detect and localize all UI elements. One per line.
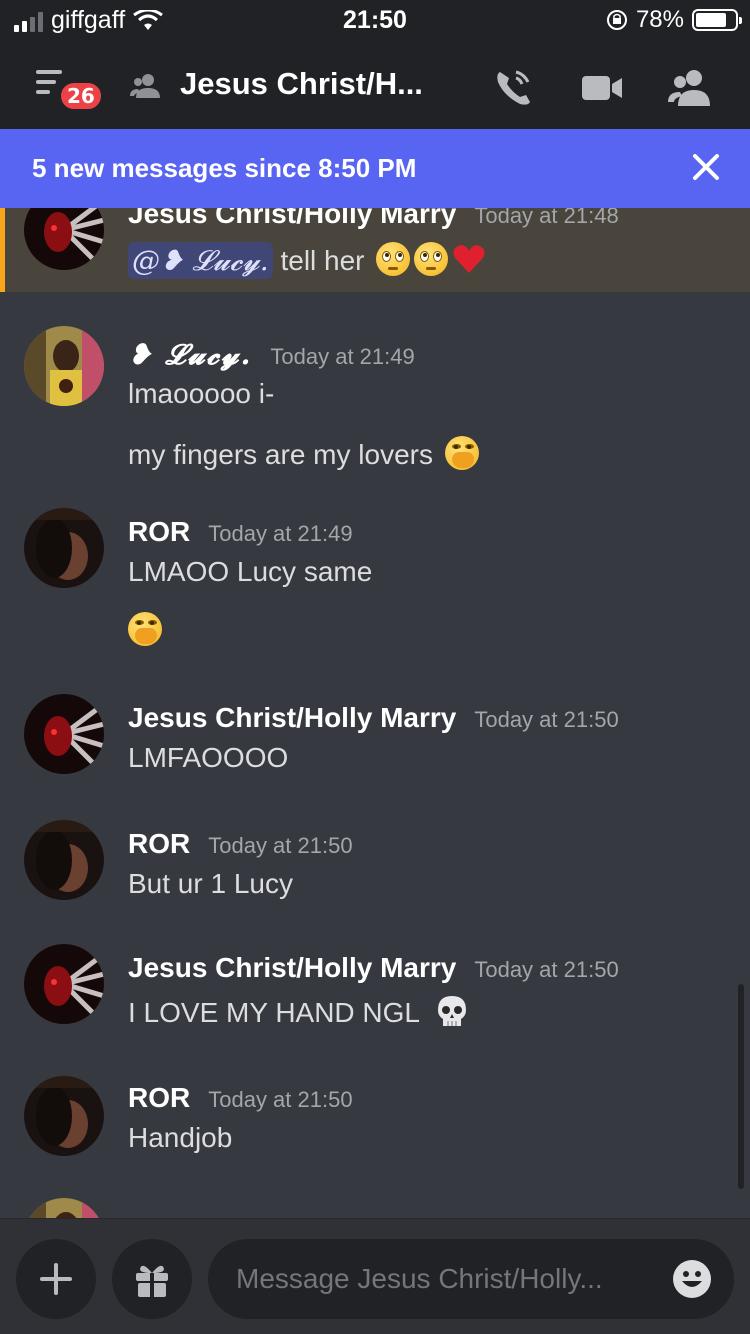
avatar[interactable]	[24, 820, 104, 900]
add-attachment-button[interactable]	[16, 1239, 96, 1319]
page-title: Jesus Christ/H...	[180, 66, 423, 101]
gift-button[interactable]	[112, 1239, 192, 1319]
message-input-placeholder: Message Jesus Christ/Holly...	[236, 1263, 603, 1294]
scrollbar[interactable]	[738, 984, 744, 1189]
gift-icon	[136, 1265, 168, 1297]
dm-people-icon	[130, 74, 160, 98]
message-text: But ur 1 Lucy	[128, 868, 293, 899]
message-content: I LOVE MY HAND NGL	[128, 994, 469, 1030]
message-timestamp: Today at 21:50	[474, 707, 619, 732]
rolling-eyes-emoji-icon	[376, 242, 411, 276]
message-author[interactable]: ROR	[128, 516, 190, 548]
message-timestamp: Today at 21:50	[208, 833, 353, 858]
battery-icon	[692, 9, 742, 31]
message-timestamp: Today at 21:50	[474, 957, 619, 982]
message-timestamp: Today at 21:49	[208, 521, 353, 546]
message-author[interactable]: ROR	[128, 828, 190, 860]
message-author[interactable]: ROR	[128, 1082, 190, 1114]
unread-badge: 26	[58, 80, 104, 112]
channel-header: 26 Jesus Christ/H...	[0, 44, 750, 129]
red-heart-emoji-icon	[453, 245, 485, 273]
message-author[interactable]: Jesus Christ/Holly Marry	[128, 702, 456, 734]
message-text: my fingers are my lovers	[128, 439, 433, 470]
video-icon[interactable]	[578, 64, 626, 112]
hand-over-mouth-emoji-icon	[128, 612, 162, 646]
message-timestamp: Today at 21:50	[208, 1087, 353, 1112]
message-text: I LOVE MY HAND NGL	[128, 997, 419, 1028]
members-icon[interactable]	[666, 64, 714, 112]
message-text: Handjob	[128, 1122, 233, 1153]
message-author[interactable]: Jesus Christ/Holly Marry	[128, 208, 456, 230]
new-messages-banner[interactable]: 5 new messages since 8:50 PM	[0, 129, 750, 208]
battery-percent: 78%	[635, 6, 684, 33]
emoji-icon[interactable]	[672, 1259, 712, 1299]
message-item: Jesus Christ/Holly Marry Today at 21:48 …	[0, 208, 750, 292]
avatar[interactable]	[24, 1076, 104, 1156]
close-icon[interactable]	[690, 151, 722, 183]
avatar[interactable]	[24, 1198, 104, 1218]
avatar[interactable]	[24, 326, 104, 406]
hand-over-mouth-emoji-icon	[444, 436, 479, 470]
message-content	[128, 612, 162, 647]
message-author[interactable]: ❥ 𝓛𝓾𝓬𝔂.	[128, 338, 252, 372]
skull-emoji-icon	[437, 996, 466, 1026]
message-composer: Message Jesus Christ/Holly...	[0, 1218, 750, 1334]
avatar[interactable]	[24, 944, 104, 1024]
rotation-lock-icon	[606, 10, 627, 30]
message-text: lmaooooo i-	[128, 378, 275, 409]
status-bar: giffgaff 21:50 78%	[0, 0, 750, 44]
message-text: LMAOO Lucy same	[128, 556, 373, 587]
message-content: my fingers are my lovers	[128, 436, 479, 471]
new-messages-label: 5 new messages since 8:50 PM	[32, 153, 417, 183]
avatar[interactable]	[24, 694, 104, 774]
plus-icon	[40, 1263, 72, 1295]
message-text: LMFAOOOO	[128, 742, 289, 773]
message-input[interactable]: Message Jesus Christ/Holly...	[208, 1239, 734, 1319]
rolling-eyes-emoji-icon	[414, 242, 449, 276]
avatar[interactable]	[24, 508, 104, 588]
user-mention[interactable]: @❥ 𝓛𝓾𝓬𝔂.	[128, 242, 273, 279]
message-timestamp: Today at 21:48	[474, 208, 619, 228]
message-author[interactable]: Jesus Christ/Holly Marry	[128, 952, 456, 984]
message-timestamp: Today at 21:49	[270, 344, 415, 369]
message-content: @❥ 𝓛𝓾𝓬𝔂. tell her	[128, 242, 486, 279]
message-text: tell her	[272, 245, 365, 276]
message-list[interactable]: Jesus Christ/Holly Marry Today at 21:48 …	[0, 208, 750, 1218]
call-icon[interactable]	[490, 64, 538, 112]
